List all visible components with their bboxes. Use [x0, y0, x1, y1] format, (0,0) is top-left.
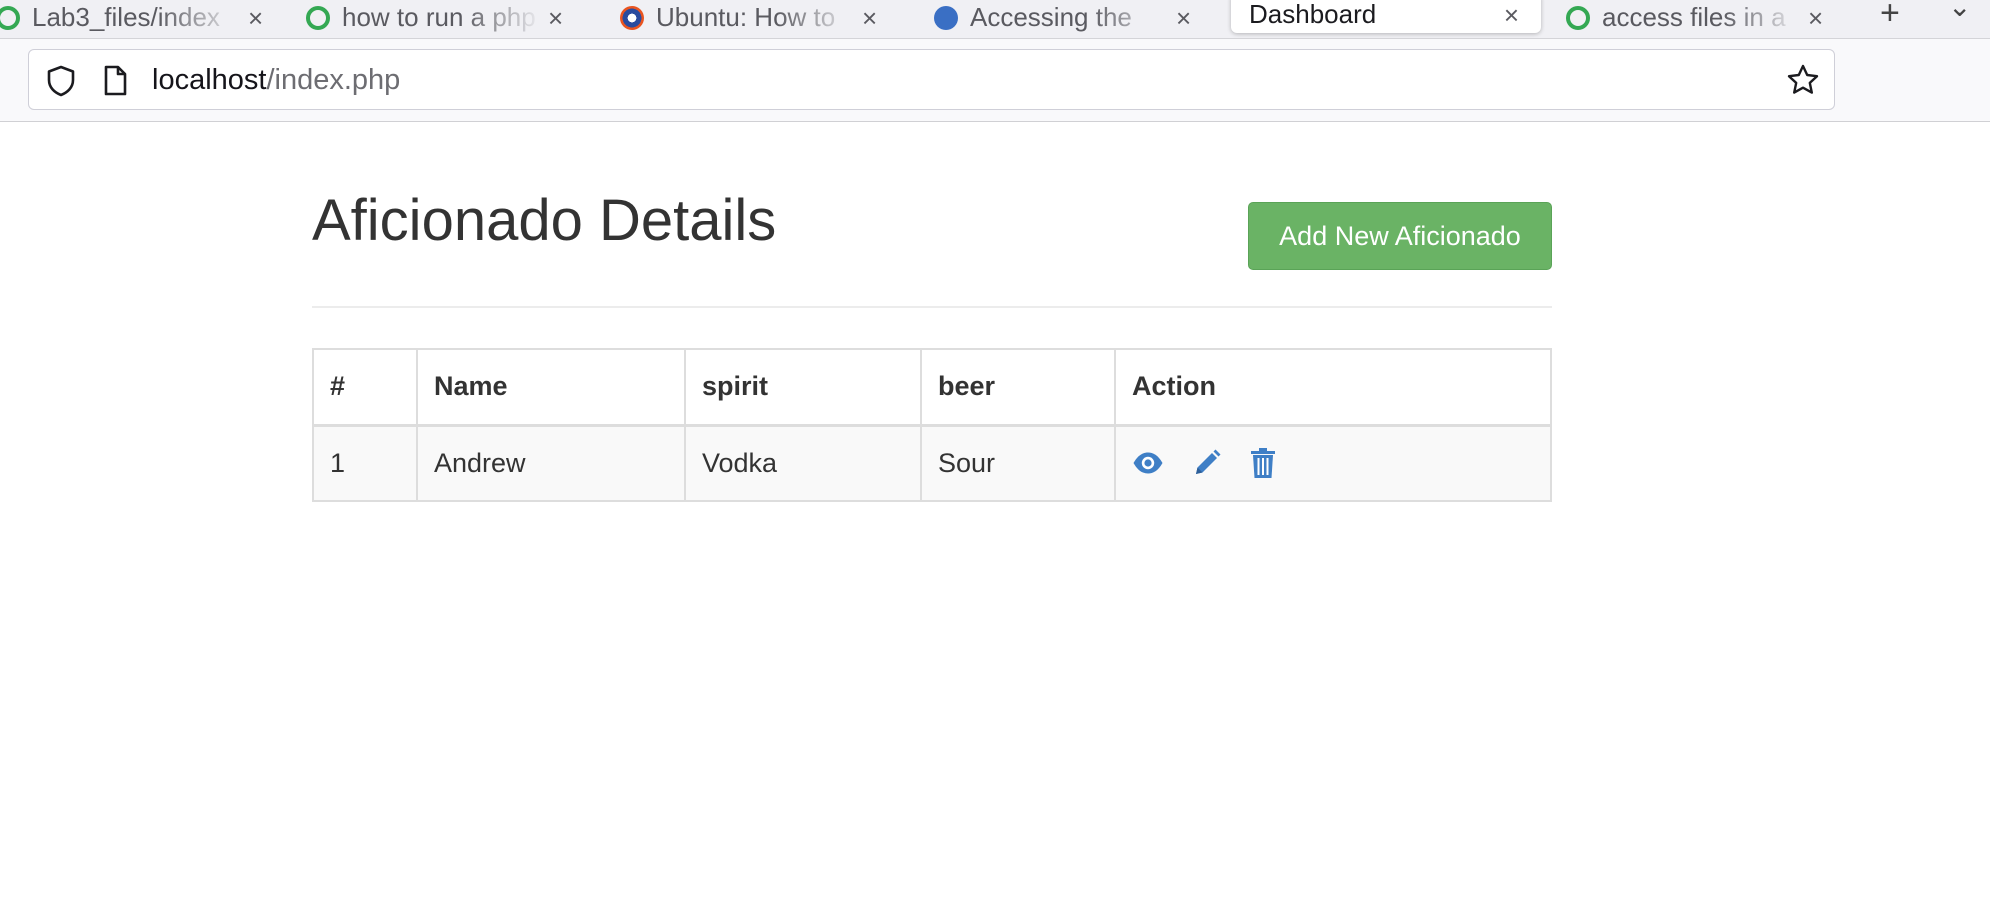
ubuntu-favicon-icon [620, 5, 644, 30]
tab-label: access files in a [1602, 2, 1786, 32]
tab-close-icon[interactable]: × [1176, 5, 1191, 31]
site-favicon-icon [934, 5, 958, 30]
tab-label: how to run a php [342, 2, 536, 32]
shield-icon[interactable] [45, 64, 77, 103]
new-tab-button[interactable]: + [1880, 0, 1900, 33]
table-row: 1 Andrew Vodka Sour [312, 424, 1552, 502]
tab-close-icon[interactable]: × [1504, 2, 1519, 28]
page-favicon-icon [1566, 5, 1590, 30]
tab-dashboard[interactable]: Dashboard × [1231, 0, 1541, 33]
url-text[interactable]: localhost/index.php [152, 64, 400, 96]
header-divider [312, 306, 1552, 308]
table-header-row: # Name spirit beer Action [312, 348, 1552, 426]
tab-label: Lab3_files/index [32, 2, 220, 32]
cell-spirit: Vodka [684, 424, 922, 502]
tab-label: Ubuntu: How to [656, 2, 836, 32]
column-header-beer: beer [920, 348, 1116, 426]
page-favicon-icon [306, 5, 330, 30]
column-header-number: # [312, 348, 418, 426]
list-all-tabs-button[interactable]: ⌄ [1948, 0, 1971, 23]
tab-lab3-files[interactable]: Lab3_files/index × [0, 0, 264, 35]
tab-label: Dashboard [1249, 0, 1377, 29]
view-record-eye-icon[interactable] [1132, 451, 1164, 475]
row-actions [1132, 447, 1534, 479]
tab-how-to-run-php[interactable]: how to run a php × [306, 0, 574, 35]
aficionado-table: # Name spirit beer Action 1 Andrew Vodka… [312, 348, 1552, 502]
nav-toolbar: localhost/index.php [0, 39, 1990, 122]
tab-access-files[interactable]: access files in a × [1566, 0, 1836, 35]
tab-close-icon[interactable]: × [862, 5, 877, 31]
cell-actions [1114, 424, 1552, 502]
url-path: /index.php [266, 64, 401, 96]
column-header-name: Name [416, 348, 686, 426]
column-header-spirit: spirit [684, 348, 922, 426]
tab-accessing-the[interactable]: Accessing the × [934, 0, 1202, 35]
tab-label: Accessing the [970, 2, 1132, 32]
tab-close-icon[interactable]: × [1808, 5, 1823, 31]
cell-beer: Sour [920, 424, 1116, 502]
add-new-aficionado-button[interactable]: Add New Aficionado [1248, 202, 1552, 270]
page-info-icon[interactable] [101, 64, 129, 103]
delete-record-trash-icon[interactable] [1250, 447, 1276, 479]
tab-close-icon[interactable]: × [548, 5, 563, 31]
url-bar[interactable]: localhost/index.php [28, 49, 1835, 110]
cell-number: 1 [312, 424, 418, 502]
bookmark-star-icon[interactable] [1786, 63, 1820, 102]
url-host: localhost [152, 64, 267, 96]
column-header-action: Action [1114, 348, 1552, 426]
tab-ubuntu-how-to[interactable]: Ubuntu: How to × [620, 0, 888, 35]
cell-name: Andrew [416, 424, 686, 502]
page-favicon-icon [0, 5, 20, 30]
page-title: Aficionado Details [312, 188, 777, 253]
tab-strip: Lab3_files/index × how to run a php × Ub… [0, 0, 1990, 39]
edit-record-pencil-icon[interactable] [1192, 448, 1222, 478]
tab-close-icon[interactable]: × [248, 5, 263, 31]
